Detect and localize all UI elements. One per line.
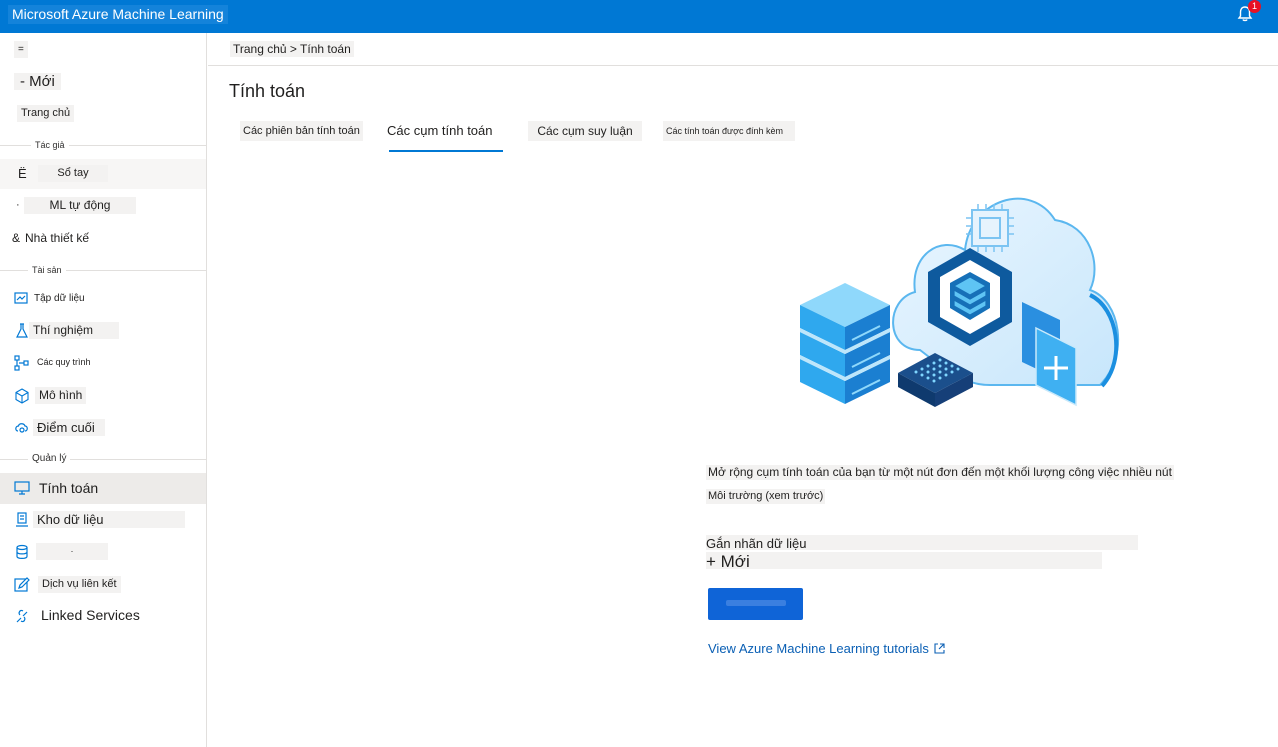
page-title: Tính toán (229, 81, 306, 101)
sidebar-item-label: Sổ tay (38, 165, 108, 182)
sidebar-item-label: Tập dữ liệu (34, 293, 85, 304)
sidebar-item-pipelines[interactable]: Các quy trình (0, 348, 206, 378)
tutorials-link[interactable]: View Azure Machine Learning tutorials (708, 640, 945, 657)
notebook-icon: Ë (18, 166, 27, 181)
cube-icon (15, 388, 29, 404)
top-bar: Microsoft Azure Machine Learning 1 (0, 0, 1278, 33)
monitor-icon (14, 481, 30, 495)
sidebar-item-automl[interactable]: · ML tự động (0, 191, 206, 221)
new-label: - Mới (14, 73, 61, 90)
sidebar-item-label: Trang chủ (17, 105, 75, 122)
sidebar-item-label: Điểm cuối (33, 419, 105, 436)
sidebar-item-endpoints[interactable]: Điểm cuối (0, 413, 206, 443)
create-compute-cluster-button[interactable] (708, 588, 803, 620)
sidebar-item-datasets[interactable]: Tập dữ liệu (0, 284, 206, 314)
hamburger-icon: = (14, 41, 28, 58)
sidebar-item-label: Nhà thiết kế (25, 231, 90, 245)
sidebar-item-label: Dịch vụ liên kết (38, 576, 121, 593)
section-author: Tác giả (0, 137, 206, 153)
edit-icon (14, 577, 30, 592)
sidebar-item-label: Mô hình (35, 387, 87, 404)
sidebar-item-label: · (36, 543, 108, 560)
data-labeling-text: Gắn nhãn dữ liệu (706, 536, 807, 551)
section-label: Quản lý (28, 451, 71, 467)
sidebar-item-label: Các quy trình (37, 357, 91, 367)
database-icon (16, 544, 28, 559)
section-manage: Quản lý (0, 451, 206, 467)
tab-attached-compute[interactable]: Các tính toán được đính kèm (663, 121, 795, 141)
sidebar-item-label: Thí nghiệm (29, 322, 119, 339)
datastore-icon (16, 512, 28, 527)
new-highlight (706, 552, 1102, 569)
active-tab-indicator (389, 150, 503, 152)
endpoint-icon (15, 423, 28, 433)
tutorials-link-text: View Azure Machine Learning tutorials (708, 641, 929, 656)
section-assets: Tài sản (0, 262, 206, 278)
compute-cluster-description: Mở rộng cụm tính toán của bạn từ một nút… (706, 465, 1174, 480)
external-link-icon (934, 643, 945, 654)
flask-icon (16, 323, 28, 338)
tab-compute-instances[interactable]: Các phiên bản tính toán (240, 121, 363, 141)
app-title[interactable]: Microsoft Azure Machine Learning (8, 5, 228, 24)
new-compute-label: + Mới (706, 552, 750, 571)
new-button[interactable]: - Mới (0, 67, 206, 97)
sidebar-item-label: Kho dữ liệu (33, 511, 185, 528)
sidebar-item-linked-services[interactable]: Linked Services (0, 601, 206, 631)
sidebar-item-data-labeling[interactable]: · (0, 537, 206, 567)
tab-compute-clusters[interactable]: Các cụm tính toán (384, 121, 496, 141)
linked-services-icon (16, 609, 28, 623)
sidebar-item-label: ML tự động (24, 197, 136, 214)
notification-badge: 1 (1248, 0, 1261, 13)
notifications-button[interactable]: 1 (1236, 0, 1261, 25)
breadcrumb-bar: Trang chủ > Tính toán (208, 33, 1278, 66)
compute-illustration (800, 197, 1120, 407)
sidebar: = - Mới Trang chủ Tác giả Ë Sổ tay · ML … (0, 33, 207, 747)
hamburger-menu-button[interactable]: = (0, 35, 206, 65)
breadcrumb[interactable]: Trang chủ > Tính toán (230, 41, 354, 57)
sidebar-item-compute[interactable]: Tính toán (0, 473, 206, 504)
sidebar-item-linked-services-vi[interactable]: Dịch vụ liên kết (0, 570, 206, 600)
tab-inference-clusters[interactable]: Các cụm suy luận (528, 121, 642, 141)
sidebar-item-notebooks[interactable]: Ë Sổ tay (0, 159, 206, 189)
sidebar-item-models[interactable]: Mô hình (0, 381, 206, 411)
sidebar-item-experiments[interactable]: Thí nghiệm (0, 316, 206, 346)
sidebar-item-home[interactable]: Trang chủ (0, 99, 206, 129)
sidebar-item-datastores[interactable]: Kho dữ liệu (0, 505, 206, 535)
sidebar-item-label: Linked Services (41, 607, 140, 623)
sidebar-item-designer[interactable]: & Nhà thiết kế (0, 224, 206, 254)
sidebar-item-label: Tính toán (39, 480, 99, 496)
automl-icon: · (16, 199, 20, 211)
button-label-placeholder (726, 600, 786, 606)
section-label: Tài sản (28, 262, 66, 278)
dataset-icon (14, 292, 28, 304)
section-label: Tác giả (31, 137, 69, 153)
pipeline-icon (14, 355, 29, 371)
environment-preview-text: Môi trường (xem trước) (706, 489, 826, 504)
